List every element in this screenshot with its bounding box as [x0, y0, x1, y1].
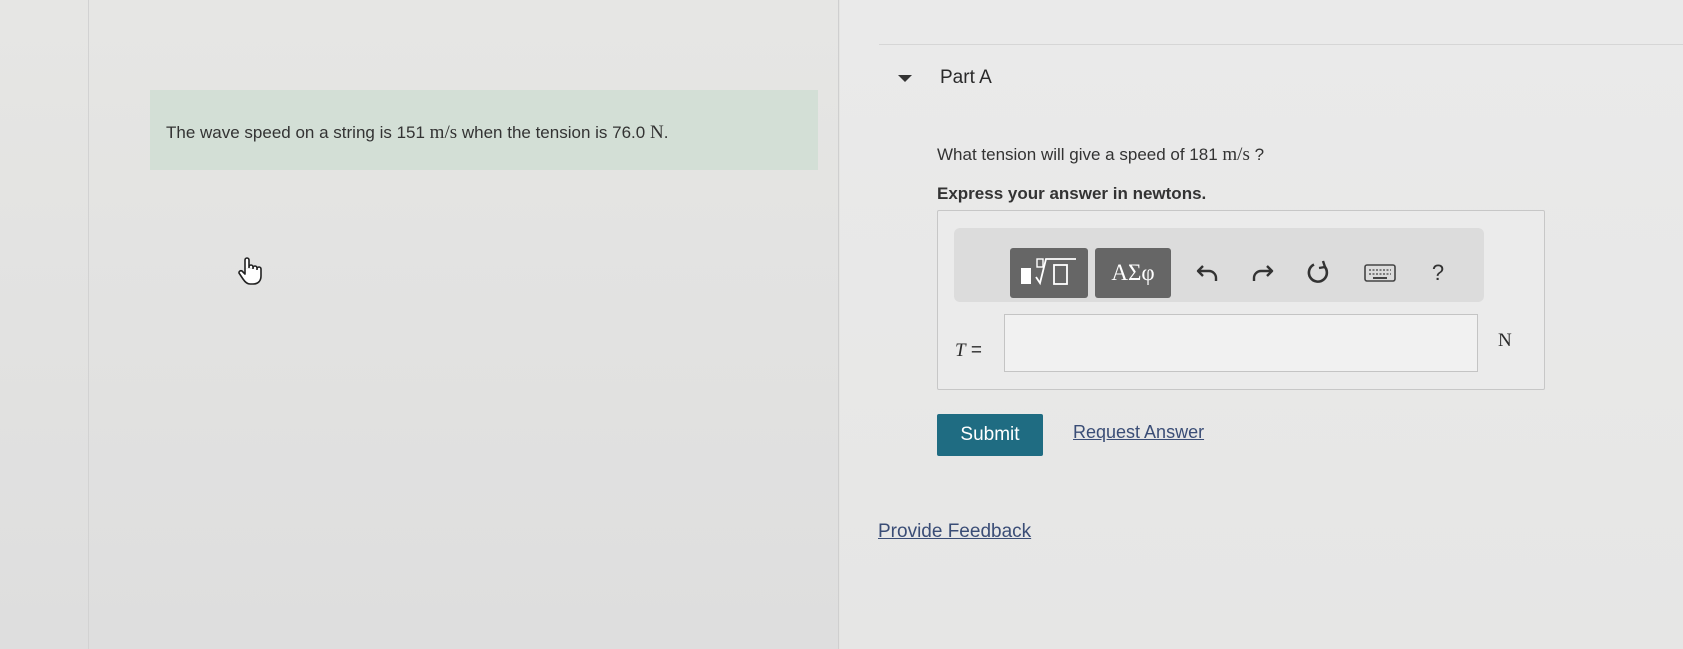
- answer-variable: T: [955, 340, 966, 361]
- symbols-button[interactable]: ΑΣφ: [1095, 248, 1171, 298]
- problem-text-speed: The wave speed on a string is 151: [166, 123, 425, 142]
- collapse-arrow-icon[interactable]: [898, 75, 912, 82]
- problem-tension-unit: N: [649, 122, 664, 143]
- provide-feedback-link[interactable]: Provide Feedback: [878, 521, 1031, 543]
- answer-input[interactable]: [1004, 314, 1478, 372]
- problem-text-tension: when the tension is 76.0: [461, 123, 646, 142]
- keyboard-icon: [1364, 264, 1396, 282]
- question-unit: m/s: [1222, 144, 1250, 165]
- problem-text-end: .: [663, 123, 669, 142]
- answer-variable-label: T =: [955, 340, 982, 362]
- redo-button[interactable]: [1240, 248, 1284, 298]
- question-text-before: What tension will give a speed of 181: [937, 145, 1218, 164]
- part-header-divider: [879, 44, 1683, 45]
- redo-icon: [1252, 265, 1274, 281]
- undo-icon: [1196, 265, 1218, 281]
- hand-pointer-icon: [238, 257, 262, 285]
- templates-icon: [1021, 258, 1076, 286]
- question-text-end: ?: [1254, 145, 1265, 164]
- answer-instruction: Express your answer in newtons.: [937, 184, 1207, 203]
- left-gutter-divider: [88, 0, 89, 649]
- reset-button[interactable]: [1296, 248, 1340, 298]
- problem-statement: The wave speed on a string is 151 m/s wh…: [150, 90, 818, 170]
- help-button[interactable]: ?: [1416, 248, 1460, 298]
- keyboard-button[interactable]: [1358, 248, 1402, 298]
- problem-speed-unit: m/s: [429, 122, 458, 143]
- answer-equals: =: [970, 340, 982, 361]
- templates-button[interactable]: [1010, 248, 1088, 298]
- submit-button[interactable]: Submit: [937, 414, 1043, 456]
- answer-unit: N: [1498, 330, 1512, 351]
- request-answer-link[interactable]: Request Answer: [1073, 422, 1204, 443]
- undo-button[interactable]: [1186, 248, 1230, 298]
- part-title[interactable]: Part A: [940, 67, 992, 89]
- question-text: What tension will give a speed of 181 m/…: [937, 144, 1264, 166]
- reset-icon: [1307, 260, 1329, 283]
